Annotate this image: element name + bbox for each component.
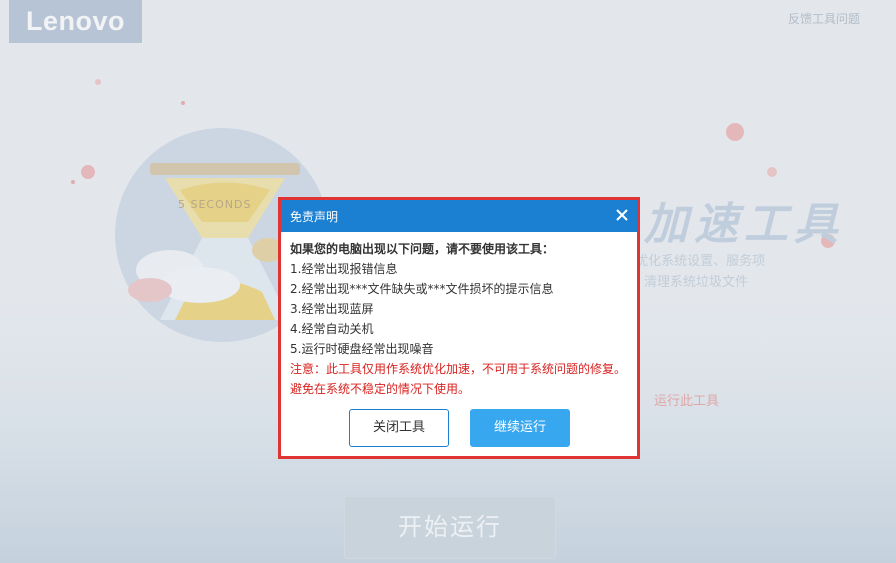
dialog-content: 如果您的电脑出现以下问题，请不要使用该工具： 1.经常出现报错信息 2.经常出现… <box>281 232 637 397</box>
disclaimer-dialog: 免责声明 如果您的电脑出现以下问题，请不要使用该工具： 1.经常出现报错信息 2… <box>278 197 640 459</box>
list-item: 4.经常自动关机 <box>290 322 374 336</box>
warning-note-1: 注意：此工具仅用作系统优化加速，不可用于系统问题的修复。 <box>290 362 627 376</box>
close-tool-button[interactable]: 关闭工具 <box>349 409 449 447</box>
list-item: 5.运行时硬盘经常出现噪音 <box>290 342 434 356</box>
dialog-titlebar: 免责声明 <box>281 200 637 232</box>
close-icon[interactable] <box>613 206 631 224</box>
list-item: 3.经常出现蓝屏 <box>290 302 374 316</box>
dialog-heading: 如果您的电脑出现以下问题，请不要使用该工具： <box>290 242 555 256</box>
list-item: 1.经常出现报错信息 <box>290 262 398 276</box>
warning-note-2: 避免在系统不稳定的情况下使用。 <box>290 382 471 396</box>
list-item: 2.经常出现***文件缺失或***文件损坏的提示信息 <box>290 282 554 296</box>
continue-run-button[interactable]: 继续运行 <box>470 409 570 447</box>
dialog-title: 免责声明 <box>290 210 339 224</box>
